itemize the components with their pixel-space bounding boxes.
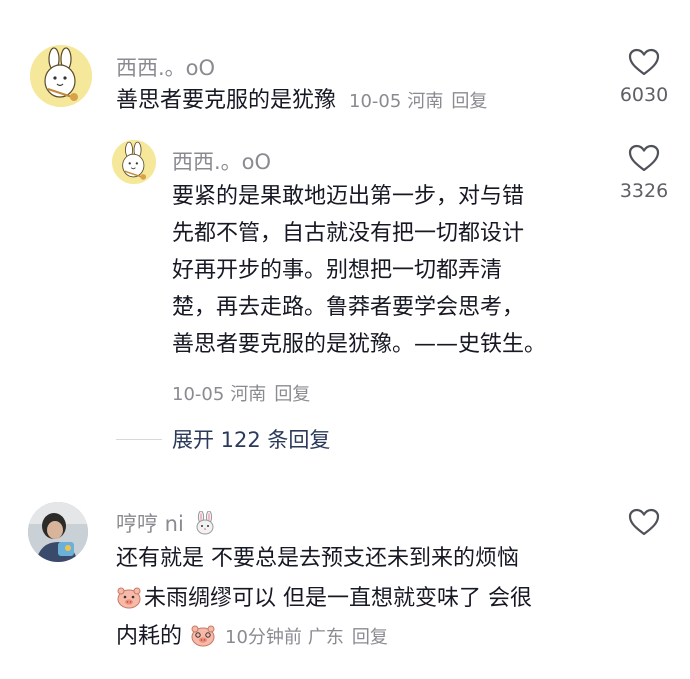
avatar[interactable] xyxy=(112,140,156,184)
comment-meta: 10分钟前 广东 回复 xyxy=(225,627,388,648)
reply-button[interactable]: 回复 xyxy=(274,384,310,405)
reply-text-line: 先都不管，自古就没有把一切都设计 xyxy=(172,221,525,246)
comment-location: 河南 xyxy=(407,91,444,112)
comment-time: 10分钟前 xyxy=(225,627,302,648)
comment-text: 内耗的 xyxy=(116,624,183,649)
comment-text: 善思者要克服的是犹豫 xyxy=(116,88,337,113)
user-photo-avatar-icon xyxy=(28,502,88,562)
like-count: 6030 xyxy=(619,84,669,106)
reply-text-line: 要紧的是果敢地迈出第一步，对与错 xyxy=(172,184,525,209)
cartoon-rabbit-avatar-icon xyxy=(30,45,92,107)
comment-username[interactable]: 西西.。oO xyxy=(116,52,215,82)
comment-username[interactable]: 哼哼 ni xyxy=(116,508,217,538)
rabbit-emoji-icon xyxy=(196,510,214,535)
like-button[interactable] xyxy=(614,508,674,544)
heart-icon xyxy=(628,48,660,76)
heart-icon xyxy=(628,144,660,172)
comment-text-line: 未雨绸缪可以 但是一直想就变味了 会很 xyxy=(116,580,532,617)
comment-text-line: 内耗的 10分钟前 广东 回复 xyxy=(116,618,388,656)
avatar[interactable] xyxy=(30,45,92,107)
reply-location: 河南 xyxy=(230,384,267,405)
reply-username[interactable]: 西西.。oO xyxy=(172,146,271,176)
reply-text-line: 善思者要克服的是犹豫。——史铁生。 xyxy=(172,332,547,357)
comment-location: 广东 xyxy=(307,627,344,648)
pig-face-emoji-icon xyxy=(117,587,141,609)
comment-meta: 10-05 河南 回复 xyxy=(349,91,487,112)
reply-text-line: 好再开步的事。别想把一切都弄清 xyxy=(172,258,503,283)
expand-replies-button[interactable]: 展开 122 条回复 xyxy=(116,424,330,454)
expand-replies-label: 展开 122 条回复 xyxy=(172,428,331,452)
cartoon-rabbit-avatar-icon xyxy=(112,140,156,184)
comment-text: 未雨绸缪可以 但是一直想就变味了 会很 xyxy=(144,586,532,611)
pig-face-emoji-icon xyxy=(191,625,215,647)
reply-button[interactable]: 回复 xyxy=(451,91,487,112)
comment-username-text: 哼哼 ni xyxy=(116,512,184,536)
like-count: 3326 xyxy=(619,180,669,202)
like-button[interactable]: 3326 xyxy=(614,144,674,202)
heart-icon xyxy=(628,508,660,536)
divider xyxy=(116,438,162,440)
avatar[interactable] xyxy=(28,502,88,562)
reply-date: 10-05 xyxy=(172,384,225,405)
comment-body: 善思者要克服的是犹豫 10-05 河南 回复 xyxy=(116,82,487,120)
comment-date: 10-05 xyxy=(349,91,402,112)
like-button[interactable]: 6030 xyxy=(614,48,674,106)
comment-text-line: 还有就是 不要总是去预支还未到来的烦恼 xyxy=(116,546,519,571)
reply-button[interactable]: 回复 xyxy=(352,627,388,648)
reply-meta: 10-05 河南 回复 xyxy=(172,380,310,406)
reply-text-line: 楚，再去走路。鲁莽者要学会思考， xyxy=(172,295,525,320)
